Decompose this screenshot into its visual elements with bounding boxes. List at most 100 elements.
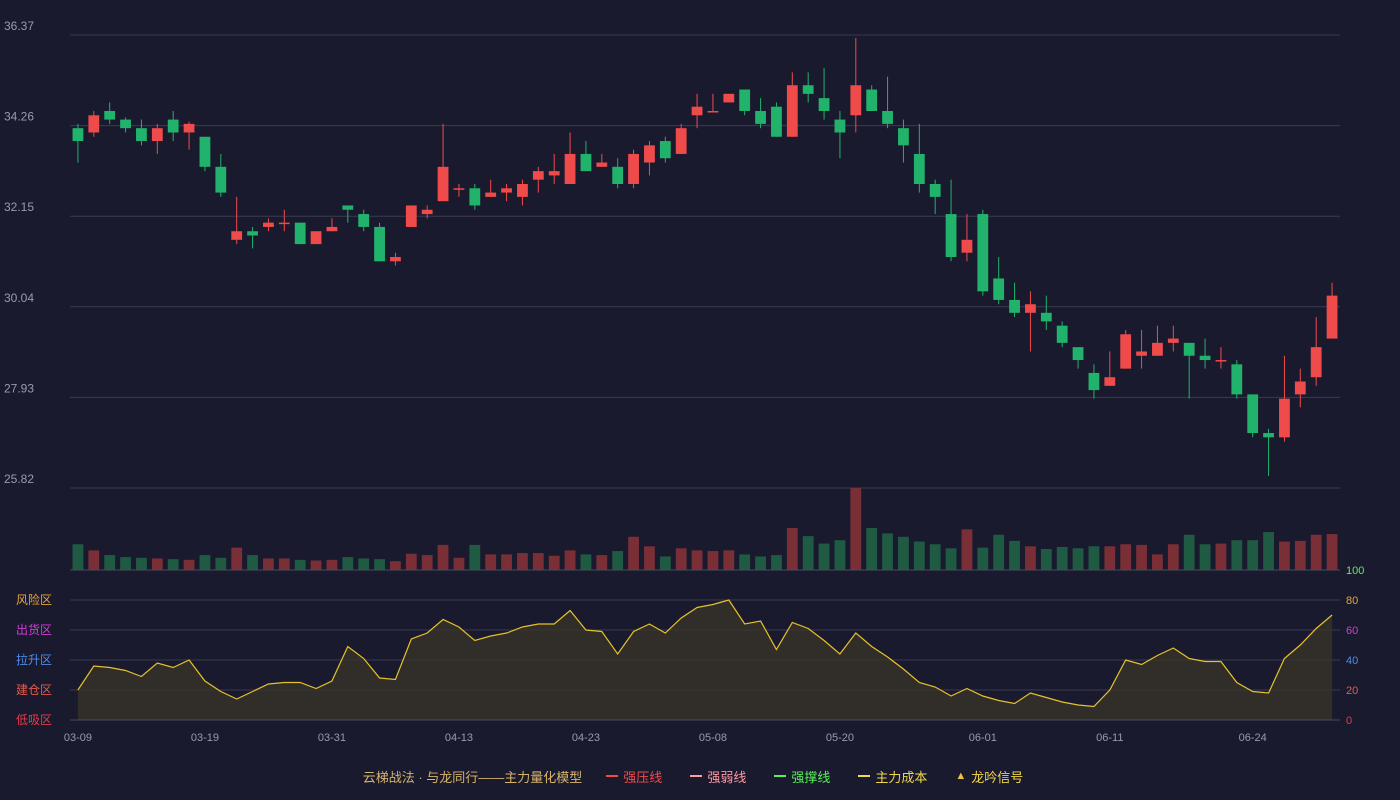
volume-bar — [1104, 546, 1116, 570]
volume-bar — [834, 540, 846, 570]
candlestick — [1025, 291, 1036, 352]
solid-line-icon — [606, 775, 619, 777]
volume-bar — [199, 555, 211, 570]
stock-chart[interactable]: 36.37 34.26 32.15 30.04 27.93 25.82 100 80 60 40 2… — [0, 0, 1400, 760]
candle-body — [374, 226, 385, 262]
legend-item-strength[interactable]: 强弱线 — [690, 767, 746, 786]
x-tick-label: 03-09 — [64, 732, 92, 744]
candle-body — [1167, 338, 1179, 343]
volume-bar — [1009, 540, 1020, 570]
volume-bar — [898, 536, 909, 570]
zone-label: 出货区 — [16, 622, 52, 637]
volume-bar — [723, 550, 735, 570]
legend-item-main-cost[interactable]: 主力成本 — [858, 767, 927, 786]
volume-bar — [72, 544, 84, 570]
candlestick — [532, 166, 544, 193]
volume-bar — [263, 558, 274, 570]
zone-label: 风险区 — [16, 592, 52, 607]
volume-bar — [88, 550, 100, 570]
candlestick — [231, 196, 243, 245]
candle-body — [548, 171, 560, 176]
candle-body — [405, 205, 417, 227]
dashed-line-icon — [690, 775, 703, 777]
candle-body — [231, 231, 243, 240]
volume-bar — [1263, 532, 1274, 570]
legend-item-strong-pressure[interactable]: 强压线 — [606, 767, 662, 786]
candlestick — [104, 102, 116, 124]
candlestick — [786, 72, 798, 137]
volume-bar — [247, 555, 258, 570]
candlestick — [485, 179, 497, 197]
legend-item-strong-support[interactable]: 强撑线 — [774, 767, 830, 786]
candlestick — [374, 222, 385, 262]
candle-body — [1263, 433, 1274, 438]
volume-bar — [358, 558, 370, 570]
volume-bar — [374, 559, 385, 570]
candle-body — [1136, 351, 1147, 356]
candlestick — [1104, 351, 1116, 386]
candlestick — [691, 93, 703, 129]
candle-body — [755, 111, 766, 124]
volume-bar — [755, 556, 766, 570]
candlestick — [453, 183, 465, 197]
candlestick — [199, 136, 211, 172]
candle-body — [628, 153, 639, 184]
candle-body — [786, 85, 798, 137]
legend-label: 龙吟信号 — [971, 769, 1024, 785]
volume-bar — [596, 555, 608, 570]
candlestick — [1072, 347, 1084, 369]
candle-body — [929, 183, 941, 197]
volume-bar — [612, 551, 624, 570]
candlestick — [469, 183, 481, 210]
indicator-tick-label: 40 — [1346, 655, 1358, 667]
candlestick — [1326, 282, 1338, 339]
candle-body — [183, 123, 195, 133]
candle-body — [88, 115, 100, 133]
candlestick — [405, 205, 417, 227]
volume-bar — [802, 536, 814, 570]
volume-bar — [517, 553, 528, 570]
candlestick — [1231, 360, 1243, 399]
candlestick — [675, 123, 687, 154]
candle-body — [199, 136, 211, 167]
indicator-tick-label: 0 — [1346, 715, 1352, 727]
x-tick-label: 06-01 — [969, 732, 997, 744]
candlestick — [882, 76, 893, 129]
candlestick — [390, 252, 401, 266]
legend-item-dragon-signal[interactable]: ▲ 龙吟信号 — [955, 767, 1023, 786]
volume-bar — [866, 527, 878, 570]
candle-body — [945, 214, 957, 257]
volume-bar — [151, 558, 163, 570]
legend-label: 主力成本 — [875, 769, 928, 785]
volume-bar — [913, 541, 925, 570]
volume-bar — [120, 557, 131, 570]
volume-bar — [532, 553, 544, 570]
candle-body — [739, 89, 751, 112]
candlestick — [1199, 338, 1211, 369]
candlestick — [1056, 321, 1068, 348]
candle-body — [310, 231, 322, 245]
candlestick — [72, 123, 84, 163]
candle-body — [72, 128, 84, 142]
candle-body — [120, 119, 131, 129]
candlestick — [707, 93, 719, 113]
candlestick — [342, 205, 354, 223]
x-tick-label: 05-20 — [826, 732, 854, 744]
candle-body — [850, 85, 862, 116]
candle-body — [326, 226, 338, 232]
price-tick-label: 34.26 — [4, 110, 34, 124]
candlestick — [580, 141, 592, 172]
volume-bar — [580, 554, 592, 570]
candlestick — [247, 226, 258, 249]
candlestick — [1263, 428, 1274, 476]
candlestick — [1167, 325, 1179, 352]
legend-label: 强压线 — [623, 769, 663, 785]
candle-body — [104, 111, 116, 120]
candle-body — [596, 162, 608, 167]
volume-bar — [1231, 540, 1243, 570]
candlestick — [294, 222, 306, 245]
candle-body — [882, 111, 893, 124]
candlestick — [548, 153, 560, 184]
candlestick — [215, 153, 227, 197]
volume-bar — [104, 555, 116, 570]
